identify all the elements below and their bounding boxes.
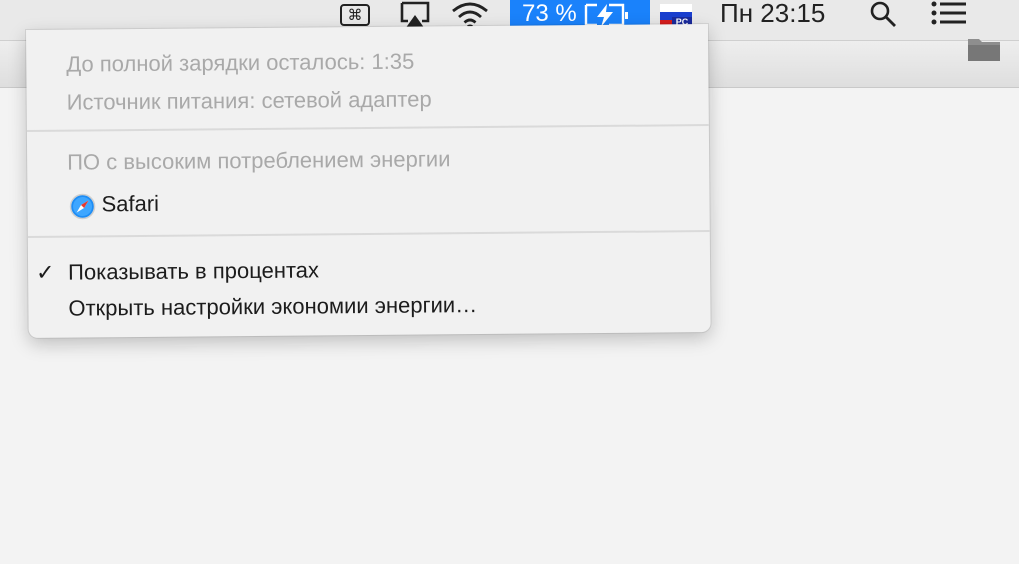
command-glyph: ⌘ — [347, 6, 363, 24]
open-energy-saver-item[interactable]: Открыть настройки экономии энергии… — [68, 292, 477, 322]
power-source-label: Источник питания: сетевой адаптер — [66, 86, 432, 115]
notification-center-icon — [931, 1, 966, 25]
clock-label: Пн 23:15 — [720, 0, 826, 28]
checkmark-icon: ✓ — [36, 259, 55, 285]
menu-separator — [27, 230, 710, 238]
time-to-full-label: До полной зарядки осталось: 1:35 — [66, 48, 415, 77]
notification-center-menu-extra[interactable] — [928, 0, 972, 40]
spotlight-menu-extra[interactable] — [868, 0, 904, 40]
safari-icon — [69, 193, 96, 220]
battery-percent-label: 73 % — [522, 0, 577, 27]
show-percentage-item[interactable]: Показывать в процентах — [68, 257, 319, 285]
command-key-icon: ⌘ — [340, 4, 370, 26]
spotlight-search-icon — [870, 1, 896, 27]
folder-icon[interactable] — [966, 35, 1002, 65]
energy-app-safari[interactable]: Safari — [101, 191, 159, 218]
menu-separator — [26, 124, 709, 132]
clock-menu-extra[interactable]: Пн 23:15 — [720, 0, 850, 40]
battery-menu: До полной зарядки осталось: 1:35 Источни… — [26, 24, 711, 338]
energy-apps-header: ПО с высоким потреблением энергии — [67, 146, 451, 175]
